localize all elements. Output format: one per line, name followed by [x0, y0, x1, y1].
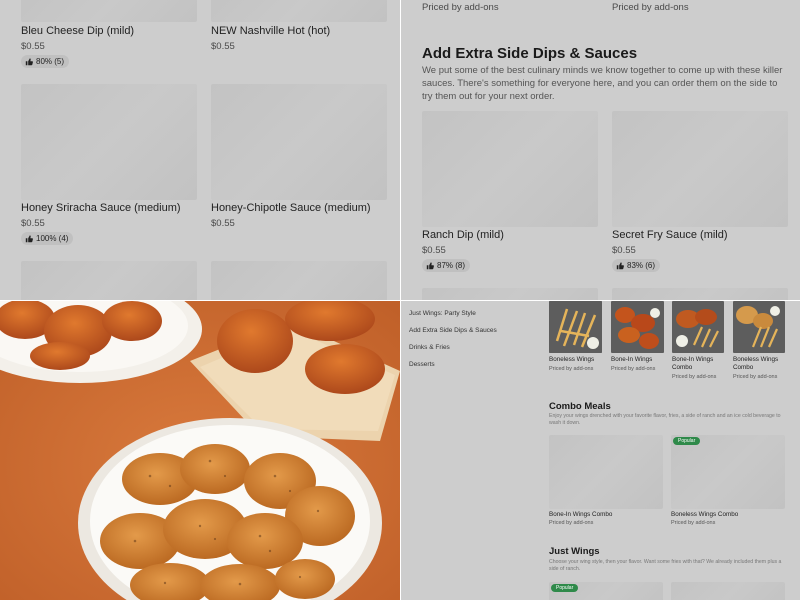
quadrant-divider-horizontal	[0, 300, 800, 301]
item-price: $0.55	[211, 41, 235, 52]
item-price: Priced by add-ons	[549, 520, 594, 526]
rating-text: 80% (5)	[36, 57, 65, 66]
item-name[interactable]: Boneless Wings Combo	[671, 511, 738, 519]
thumbs-up-icon	[25, 57, 33, 65]
popular-badge: Popular	[551, 584, 579, 592]
rating-badge: 83% (6)	[612, 259, 661, 272]
item-image[interactable]	[671, 435, 785, 509]
menu-panel-top-right: Priced by add-ons Priced by add-ons Add …	[401, 0, 800, 300]
nav-item-desserts[interactable]: Desserts	[409, 361, 435, 368]
rating-text: 87% (8)	[437, 261, 466, 270]
item-price: Priced by add-ons	[612, 2, 689, 13]
item-price: Priced by add-ons	[672, 374, 717, 380]
item-image[interactable]	[21, 84, 197, 200]
section-title: Combo Meals	[549, 401, 611, 412]
item-image[interactable]	[733, 301, 785, 353]
item-price: Priced by add-ons	[549, 366, 594, 372]
bone-in-wings-photo	[611, 301, 664, 353]
item-price: Priced by add-ons	[733, 374, 778, 380]
item-image[interactable]	[671, 582, 785, 600]
hero-food-photo	[0, 301, 400, 600]
item-name[interactable]: Bleu Cheese Dip (mild)	[21, 25, 134, 37]
fries-photo	[549, 301, 602, 353]
item-price: Priced by add-ons	[611, 366, 656, 372]
item-price: $0.55	[21, 218, 45, 229]
thumbs-up-icon	[25, 234, 33, 242]
item-price: $0.55	[211, 218, 235, 229]
item-image[interactable]	[422, 288, 598, 300]
item-name[interactable]: Bone-In Wings Combo	[549, 511, 612, 519]
rating-badge: 80% (5)	[21, 55, 70, 68]
item-image[interactable]	[211, 84, 387, 200]
section-description: We put some of the best culinary minds w…	[422, 65, 783, 102]
rating-badge: 87% (8)	[422, 259, 471, 272]
combo-photo	[672, 301, 724, 353]
item-image[interactable]	[422, 111, 598, 227]
menu-panel-top-left: Bleu Cheese Dip (mild) NEW Nashville Hot…	[0, 0, 400, 300]
popular-badge: Popular	[673, 437, 701, 445]
item-image[interactable]	[549, 435, 663, 509]
item-name[interactable]: Bone-In Wings	[611, 356, 669, 364]
item-name[interactable]: Secret Fry Sauce (mild)	[612, 229, 728, 241]
item-price: Priced by add-ons	[671, 520, 716, 526]
item-image[interactable]	[21, 261, 197, 300]
rating-text: 100% (4)	[36, 234, 69, 243]
nav-item-side-dips[interactable]: Add Extra Side Dips & Sauces	[409, 327, 497, 334]
boneless-combo-photo	[733, 301, 785, 353]
item-image[interactable]	[211, 261, 387, 300]
item-price: $0.55	[612, 245, 636, 256]
rating-text: 83% (6)	[627, 261, 656, 270]
item-name[interactable]: Bone-In Wings Combo	[672, 356, 724, 372]
item-name[interactable]: Honey Sriracha Sauce (medium)	[21, 202, 181, 214]
section-description: Choose your wing style, then your flavor…	[549, 559, 782, 572]
item-image[interactable]	[549, 301, 602, 353]
item-name[interactable]: Honey-Chipotle Sauce (medium)	[211, 202, 371, 214]
item-name[interactable]: Ranch Dip (mild)	[422, 229, 504, 241]
section-title: Add Extra Side Dips & Sauces	[422, 45, 638, 62]
item-price: Priced by add-ons	[422, 2, 499, 13]
chicken-wings-photo	[0, 301, 400, 600]
item-name[interactable]: Boneless Wings	[549, 356, 607, 364]
item-price: $0.55	[422, 245, 446, 256]
nav-item-just-wings-party[interactable]: Just Wings: Party Style	[409, 310, 476, 317]
item-image[interactable]	[211, 0, 387, 22]
thumbs-up-icon	[426, 261, 434, 269]
item-name[interactable]: NEW Nashville Hot (hot)	[211, 25, 330, 37]
section-description: Enjoy your wings drenched with your favo…	[549, 413, 781, 426]
nav-item-drinks-fries[interactable]: Drinks & Fries	[409, 344, 450, 351]
thumbs-up-icon	[616, 261, 624, 269]
item-image[interactable]	[21, 0, 197, 22]
item-name[interactable]: Boneless Wings Combo	[733, 356, 788, 372]
item-image[interactable]	[612, 111, 788, 227]
rating-badge: 100% (4)	[21, 232, 74, 245]
item-image[interactable]	[612, 288, 788, 300]
item-image[interactable]	[611, 301, 664, 353]
menu-panel-bottom-right: Just Wings: Party Style Add Extra Side D…	[401, 301, 800, 600]
item-image[interactable]	[672, 301, 724, 353]
section-title: Just Wings	[549, 546, 600, 557]
item-price: $0.55	[21, 41, 45, 52]
